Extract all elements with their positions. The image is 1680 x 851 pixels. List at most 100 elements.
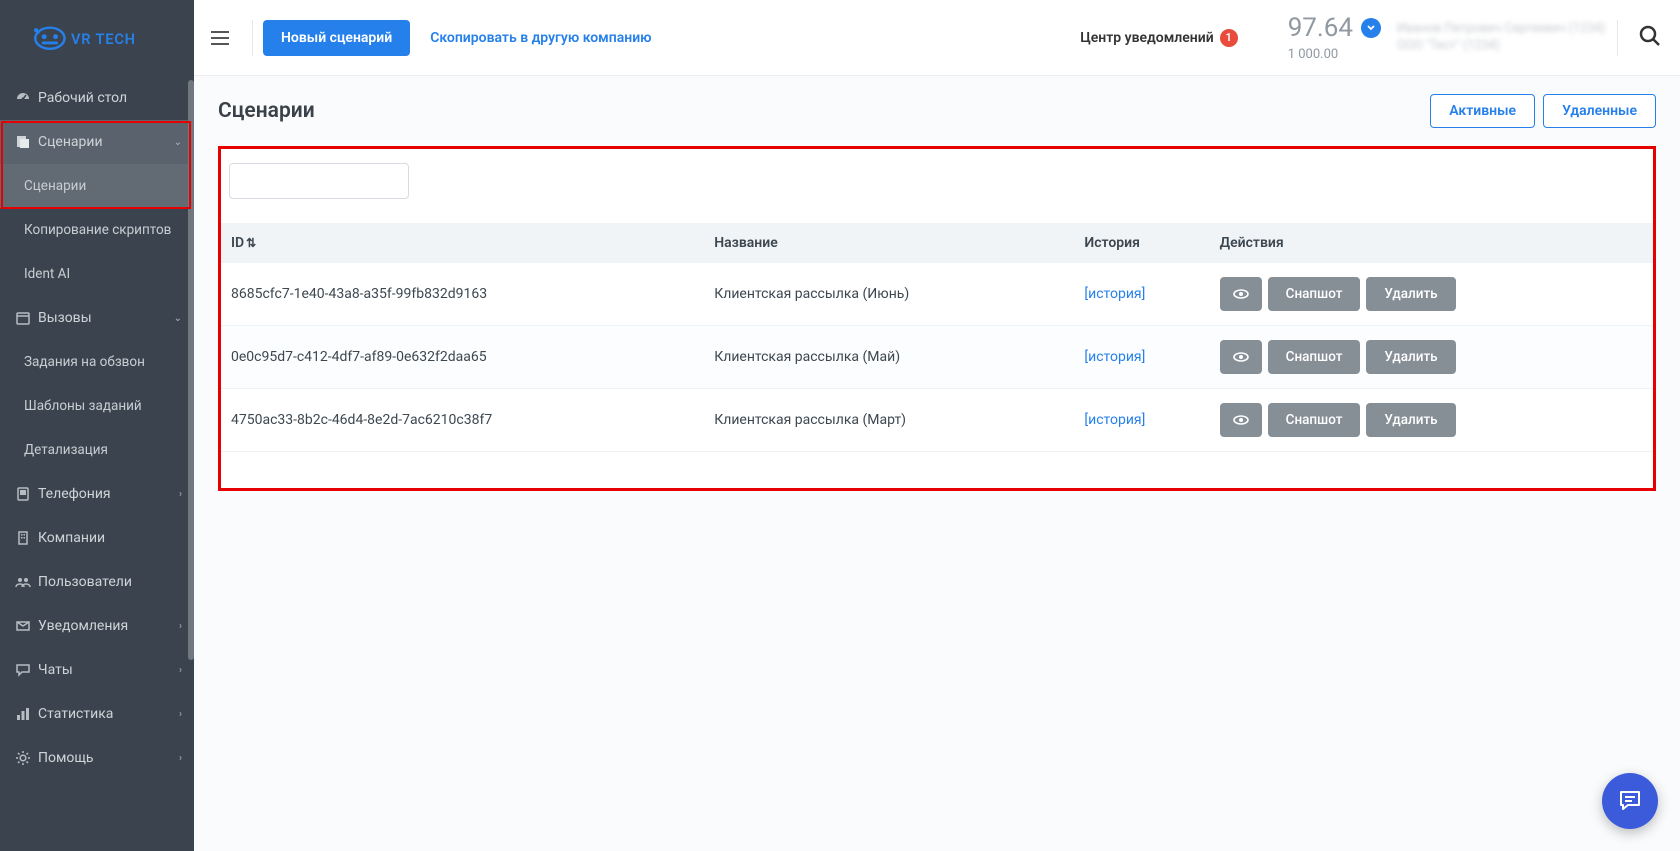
- view-button[interactable]: [1220, 277, 1262, 311]
- snapshot-button[interactable]: Снапшот: [1268, 403, 1361, 437]
- col-header-history[interactable]: История: [1074, 223, 1209, 263]
- chevron-down-icon[interactable]: [1361, 18, 1381, 38]
- tab-active[interactable]: Активные: [1430, 94, 1535, 128]
- copy-to-company-button[interactable]: Скопировать в другую компанию: [430, 30, 651, 46]
- notification-count-badge: 1: [1220, 29, 1238, 47]
- scenarios-panel: ID⇅ Название История Действия 8685cfc7-1…: [218, 146, 1656, 491]
- table-row: 8685cfc7-1e40-43a8-a35f-99fb832d9163Клие…: [221, 263, 1653, 326]
- col-header-actions: Действия: [1210, 223, 1653, 263]
- chat-icon: [8, 662, 38, 678]
- sidebar-item-label: Копирование скриптов: [24, 222, 171, 238]
- chevron-right-icon: ›: [179, 709, 182, 720]
- sidebar-item-0[interactable]: Рабочий стол: [0, 76, 194, 120]
- sidebar: VR TECH Рабочий столСценарии⌄СценарииКоп…: [0, 0, 194, 851]
- sidebar-item-6[interactable]: Задания на обзвон: [0, 340, 194, 384]
- scripts-icon: [8, 134, 38, 150]
- sidebar-item-10[interactable]: Компании: [0, 516, 194, 560]
- sidebar-item-12[interactable]: Уведомления ›: [0, 604, 194, 648]
- filter-input[interactable]: [229, 163, 409, 199]
- logo-icon: VR TECH: [32, 22, 162, 55]
- snapshot-button[interactable]: Снапшот: [1268, 340, 1361, 374]
- phone-icon: [8, 486, 38, 502]
- divider: [1617, 20, 1618, 56]
- sidebar-item-label: Уведомления: [38, 618, 128, 634]
- sidebar-item-label: Телефония: [38, 486, 111, 502]
- stats-icon: [8, 706, 38, 722]
- svg-text:VR TECH: VR TECH: [71, 30, 136, 48]
- chat-fab[interactable]: [1602, 773, 1658, 829]
- balance-block[interactable]: 97.64 1 000.00: [1288, 13, 1381, 62]
- sidebar-item-label: Компании: [38, 530, 105, 546]
- chat-icon: [1617, 788, 1643, 814]
- scenarios-table: ID⇅ Название История Действия 8685cfc7-1…: [221, 223, 1653, 452]
- divider: [252, 20, 253, 56]
- sidebar-item-3[interactable]: Копирование скриптов: [0, 208, 194, 252]
- mail-icon: [8, 618, 38, 634]
- eye-icon: [1232, 348, 1250, 366]
- snapshot-button[interactable]: Снапшот: [1268, 277, 1361, 311]
- sidebar-item-7[interactable]: Шаблоны заданий: [0, 384, 194, 428]
- page-title: Сценарии: [218, 99, 315, 123]
- menu-toggle-icon[interactable]: [208, 26, 232, 50]
- main-area: Новый сценарий Скопировать в другую комп…: [194, 0, 1680, 851]
- user-info[interactable]: Иванов Петрович Сергеевич (1234) ООО "Те…: [1397, 21, 1607, 54]
- sidebar-item-label: Чаты: [38, 662, 73, 678]
- chevron-right-icon: ›: [179, 753, 182, 764]
- history-link[interactable]: [история]: [1084, 349, 1145, 365]
- cell-id: 4750ac33-8b2c-46d4-8e2d-7ac6210c38f7: [221, 389, 704, 452]
- sidebar-item-label: Помощь: [38, 750, 94, 766]
- sidebar-item-label: Пользователи: [38, 574, 132, 590]
- sidebar-item-label: Задания на обзвон: [24, 354, 145, 370]
- cell-id: 8685cfc7-1e40-43a8-a35f-99fb832d9163: [221, 263, 704, 326]
- sidebar-item-15[interactable]: Помощь ›: [0, 736, 194, 780]
- sidebar-item-label: Детализация: [24, 442, 108, 458]
- notification-center-label: Центр уведомлений: [1080, 30, 1213, 46]
- search-icon[interactable]: [1638, 24, 1666, 52]
- sidebar-item-4[interactable]: Ident AI: [0, 252, 194, 296]
- cell-name: Клиентская рассылка (Март): [704, 389, 1074, 452]
- eye-icon: [1232, 411, 1250, 429]
- cell-name: Клиентская рассылка (Май): [704, 326, 1074, 389]
- chevron-right-icon: ›: [179, 489, 182, 500]
- dashboard-icon: [8, 90, 38, 106]
- chevron-right-icon: ›: [179, 665, 182, 676]
- content-wrap: ID⇅ Название История Действия 8685cfc7-1…: [194, 146, 1680, 515]
- sidebar-item-label: Сценарии: [24, 178, 86, 194]
- cell-name: Клиентская рассылка (Июнь): [704, 263, 1074, 326]
- sidebar-item-label: Статистика: [38, 706, 113, 722]
- table-row: 0e0c95d7-c412-4df7-af89-0e632f2daa65Клие…: [221, 326, 1653, 389]
- col-header-name[interactable]: Название: [704, 223, 1074, 263]
- sidebar-item-13[interactable]: Чаты ›: [0, 648, 194, 692]
- sidebar-item-2[interactable]: Сценарии: [0, 164, 194, 208]
- sidebar-item-1[interactable]: Сценарии⌄: [0, 120, 194, 164]
- sidebar-nav: Рабочий столСценарии⌄СценарииКопирование…: [0, 76, 194, 851]
- sidebar-item-14[interactable]: Статистика ›: [0, 692, 194, 736]
- sidebar-item-8[interactable]: Детализация: [0, 428, 194, 472]
- sort-icon: ⇅: [246, 236, 256, 250]
- balance-sub-value: 1 000.00: [1288, 47, 1381, 62]
- tab-deleted[interactable]: Удаленные: [1543, 94, 1656, 128]
- new-scenario-button[interactable]: Новый сценарий: [263, 20, 410, 56]
- view-button[interactable]: [1220, 340, 1262, 374]
- sidebar-item-label: Ident AI: [24, 266, 70, 282]
- cell-id: 0e0c95d7-c412-4df7-af89-0e632f2daa65: [221, 326, 704, 389]
- col-header-id[interactable]: ID⇅: [221, 223, 704, 263]
- cog-icon: [8, 750, 38, 766]
- eye-icon: [1232, 285, 1250, 303]
- history-link[interactable]: [история]: [1084, 286, 1145, 302]
- logo[interactable]: VR TECH: [0, 0, 194, 76]
- chevron-down-icon: ⌄: [174, 313, 182, 324]
- sidebar-item-9[interactable]: Телефония ›: [0, 472, 194, 516]
- view-button[interactable]: [1220, 403, 1262, 437]
- sidebar-item-label: Сценарии: [38, 134, 103, 150]
- sidebar-item-label: Рабочий стол: [38, 90, 127, 106]
- delete-button[interactable]: Удалить: [1366, 403, 1455, 437]
- delete-button[interactable]: Удалить: [1366, 277, 1455, 311]
- sidebar-item-5[interactable]: Вызовы⌄: [0, 296, 194, 340]
- history-link[interactable]: [история]: [1084, 412, 1145, 428]
- sidebar-item-11[interactable]: Пользователи: [0, 560, 194, 604]
- users-icon: [8, 574, 38, 590]
- notification-center-link[interactable]: Центр уведомлений 1: [1080, 29, 1237, 47]
- chevron-right-icon: ›: [179, 621, 182, 632]
- delete-button[interactable]: Удалить: [1366, 340, 1455, 374]
